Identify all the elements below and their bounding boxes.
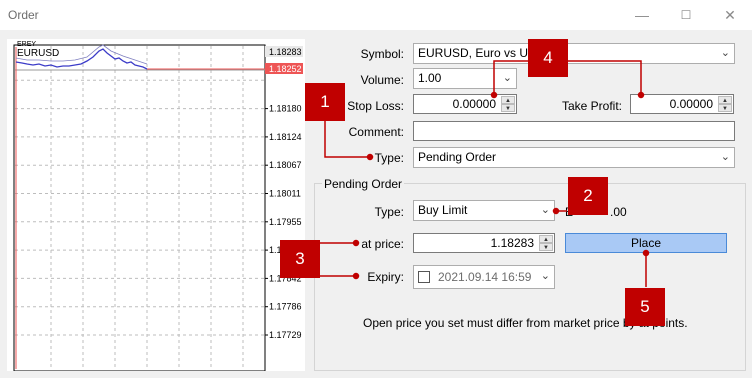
price-tick-label: 1.18180 xyxy=(269,104,302,114)
pending-type-select[interactable]: Buy Limit ⌄ xyxy=(413,200,555,221)
pending-extra-value: .00 xyxy=(610,205,627,219)
annotation-badge-5: 5 xyxy=(625,288,665,326)
stoploss-label: Stop Loss: xyxy=(347,99,404,113)
price-tick-label: 1.17729 xyxy=(269,330,302,340)
chart-tag: EREY xyxy=(17,41,36,48)
atprice-spinner[interactable]: ▲ ▼ xyxy=(539,235,553,251)
chevron-down-icon: ⌄ xyxy=(502,72,512,84)
expiry-label: Expiry: xyxy=(367,270,404,284)
chevron-down-icon: ⌄ xyxy=(540,270,550,282)
expiry-value: 2021.09.14 16:59 xyxy=(438,270,532,284)
takeprofit-label: Take Profit: xyxy=(561,99,622,113)
minimize-icon[interactable]: — xyxy=(632,5,652,25)
chevron-down-icon: ⌄ xyxy=(720,47,730,59)
takeprofit-spinner[interactable]: ▲ ▼ xyxy=(718,96,732,112)
volume-value: 1.00 xyxy=(418,71,442,85)
type-label: Type: xyxy=(374,151,404,165)
window-title: Order xyxy=(8,8,39,22)
spin-up-icon[interactable]: ▲ xyxy=(539,235,553,243)
comment-label: Comment: xyxy=(348,125,404,139)
stoploss-input[interactable]: 0.00000 ▲ ▼ xyxy=(413,94,517,114)
tick-chart-canvas: 1.181801.181241.180671.180111.179551.178… xyxy=(7,39,305,371)
price-tick-label: 1.17786 xyxy=(269,302,302,312)
pending-type-value: Buy Limit xyxy=(418,203,468,217)
atprice-value: 1.18283 xyxy=(490,236,534,250)
spin-up-icon[interactable]: ▲ xyxy=(718,96,732,104)
comment-input[interactable] xyxy=(413,121,735,141)
spin-up-icon[interactable]: ▲ xyxy=(501,96,515,104)
symbol-select[interactable]: EURUSD, Euro vs US Do ⌄ xyxy=(413,43,735,64)
annotation-4-leader-b xyxy=(568,60,642,95)
volume-select[interactable]: 1.00 ⌄ xyxy=(413,68,517,89)
tick-chart: 1.18180 1.18124 1.18067 1.18011 1.17955 1.178… xyxy=(7,39,305,371)
price-tick-label: 1.18067 xyxy=(269,160,302,170)
annotation-badge-3: 3 xyxy=(280,240,320,278)
chevron-down-icon: ⌄ xyxy=(720,151,730,163)
takeprofit-value: 0.00000 xyxy=(669,97,713,111)
spin-down-icon[interactable]: ▼ xyxy=(718,104,732,112)
expiry-checkbox[interactable] xyxy=(418,271,430,283)
price-tick-label: 1.17955 xyxy=(269,217,302,227)
pending-order-title: Pending Order xyxy=(322,177,405,191)
title-bar: Order — ☐ ✕ xyxy=(0,0,752,30)
annotation-badge-1: 1 xyxy=(305,83,345,121)
current-ask-label: 1.18252 xyxy=(269,64,302,74)
atprice-input[interactable]: 1.18283 ▲ ▼ xyxy=(413,233,555,253)
annotation-badge-2: 2 xyxy=(568,177,608,215)
stoploss-spinner[interactable]: ▲ ▼ xyxy=(501,96,515,112)
price-axis: 1.181801.181241.180671.180111.179551.178… xyxy=(265,104,302,340)
takeprofit-input[interactable]: 0.00000 ▲ ▼ xyxy=(630,94,734,114)
volume-label: Volume: xyxy=(360,73,404,87)
symbol-label: Symbol: xyxy=(360,47,404,61)
price-tick-label: 1.18124 xyxy=(269,132,302,142)
order-type-select[interactable]: Pending Order ⌄ xyxy=(413,147,735,168)
place-button[interactable]: Place xyxy=(565,233,727,253)
spin-down-icon[interactable]: ▼ xyxy=(539,243,553,251)
stoploss-value: 0.00000 xyxy=(452,97,496,111)
order-type-value: Pending Order xyxy=(418,150,497,164)
chevron-down-icon: ⌄ xyxy=(540,204,550,216)
chart-symbol: EURUSD xyxy=(17,48,59,59)
close-icon[interactable]: ✕ xyxy=(720,5,740,25)
expiry-picker[interactable]: 2021.09.14 16:59 ⌄ xyxy=(413,265,555,289)
pending-type-label: Type: xyxy=(374,205,404,219)
current-bid-label: 1.18283 xyxy=(269,47,302,57)
maximize-icon[interactable]: ☐ xyxy=(676,5,696,25)
price-tick-label: 1.18011 xyxy=(269,189,301,199)
atprice-label: at price: xyxy=(361,237,404,251)
annotation-badge-4: 4 xyxy=(528,39,568,77)
spin-down-icon[interactable]: ▼ xyxy=(501,104,515,112)
